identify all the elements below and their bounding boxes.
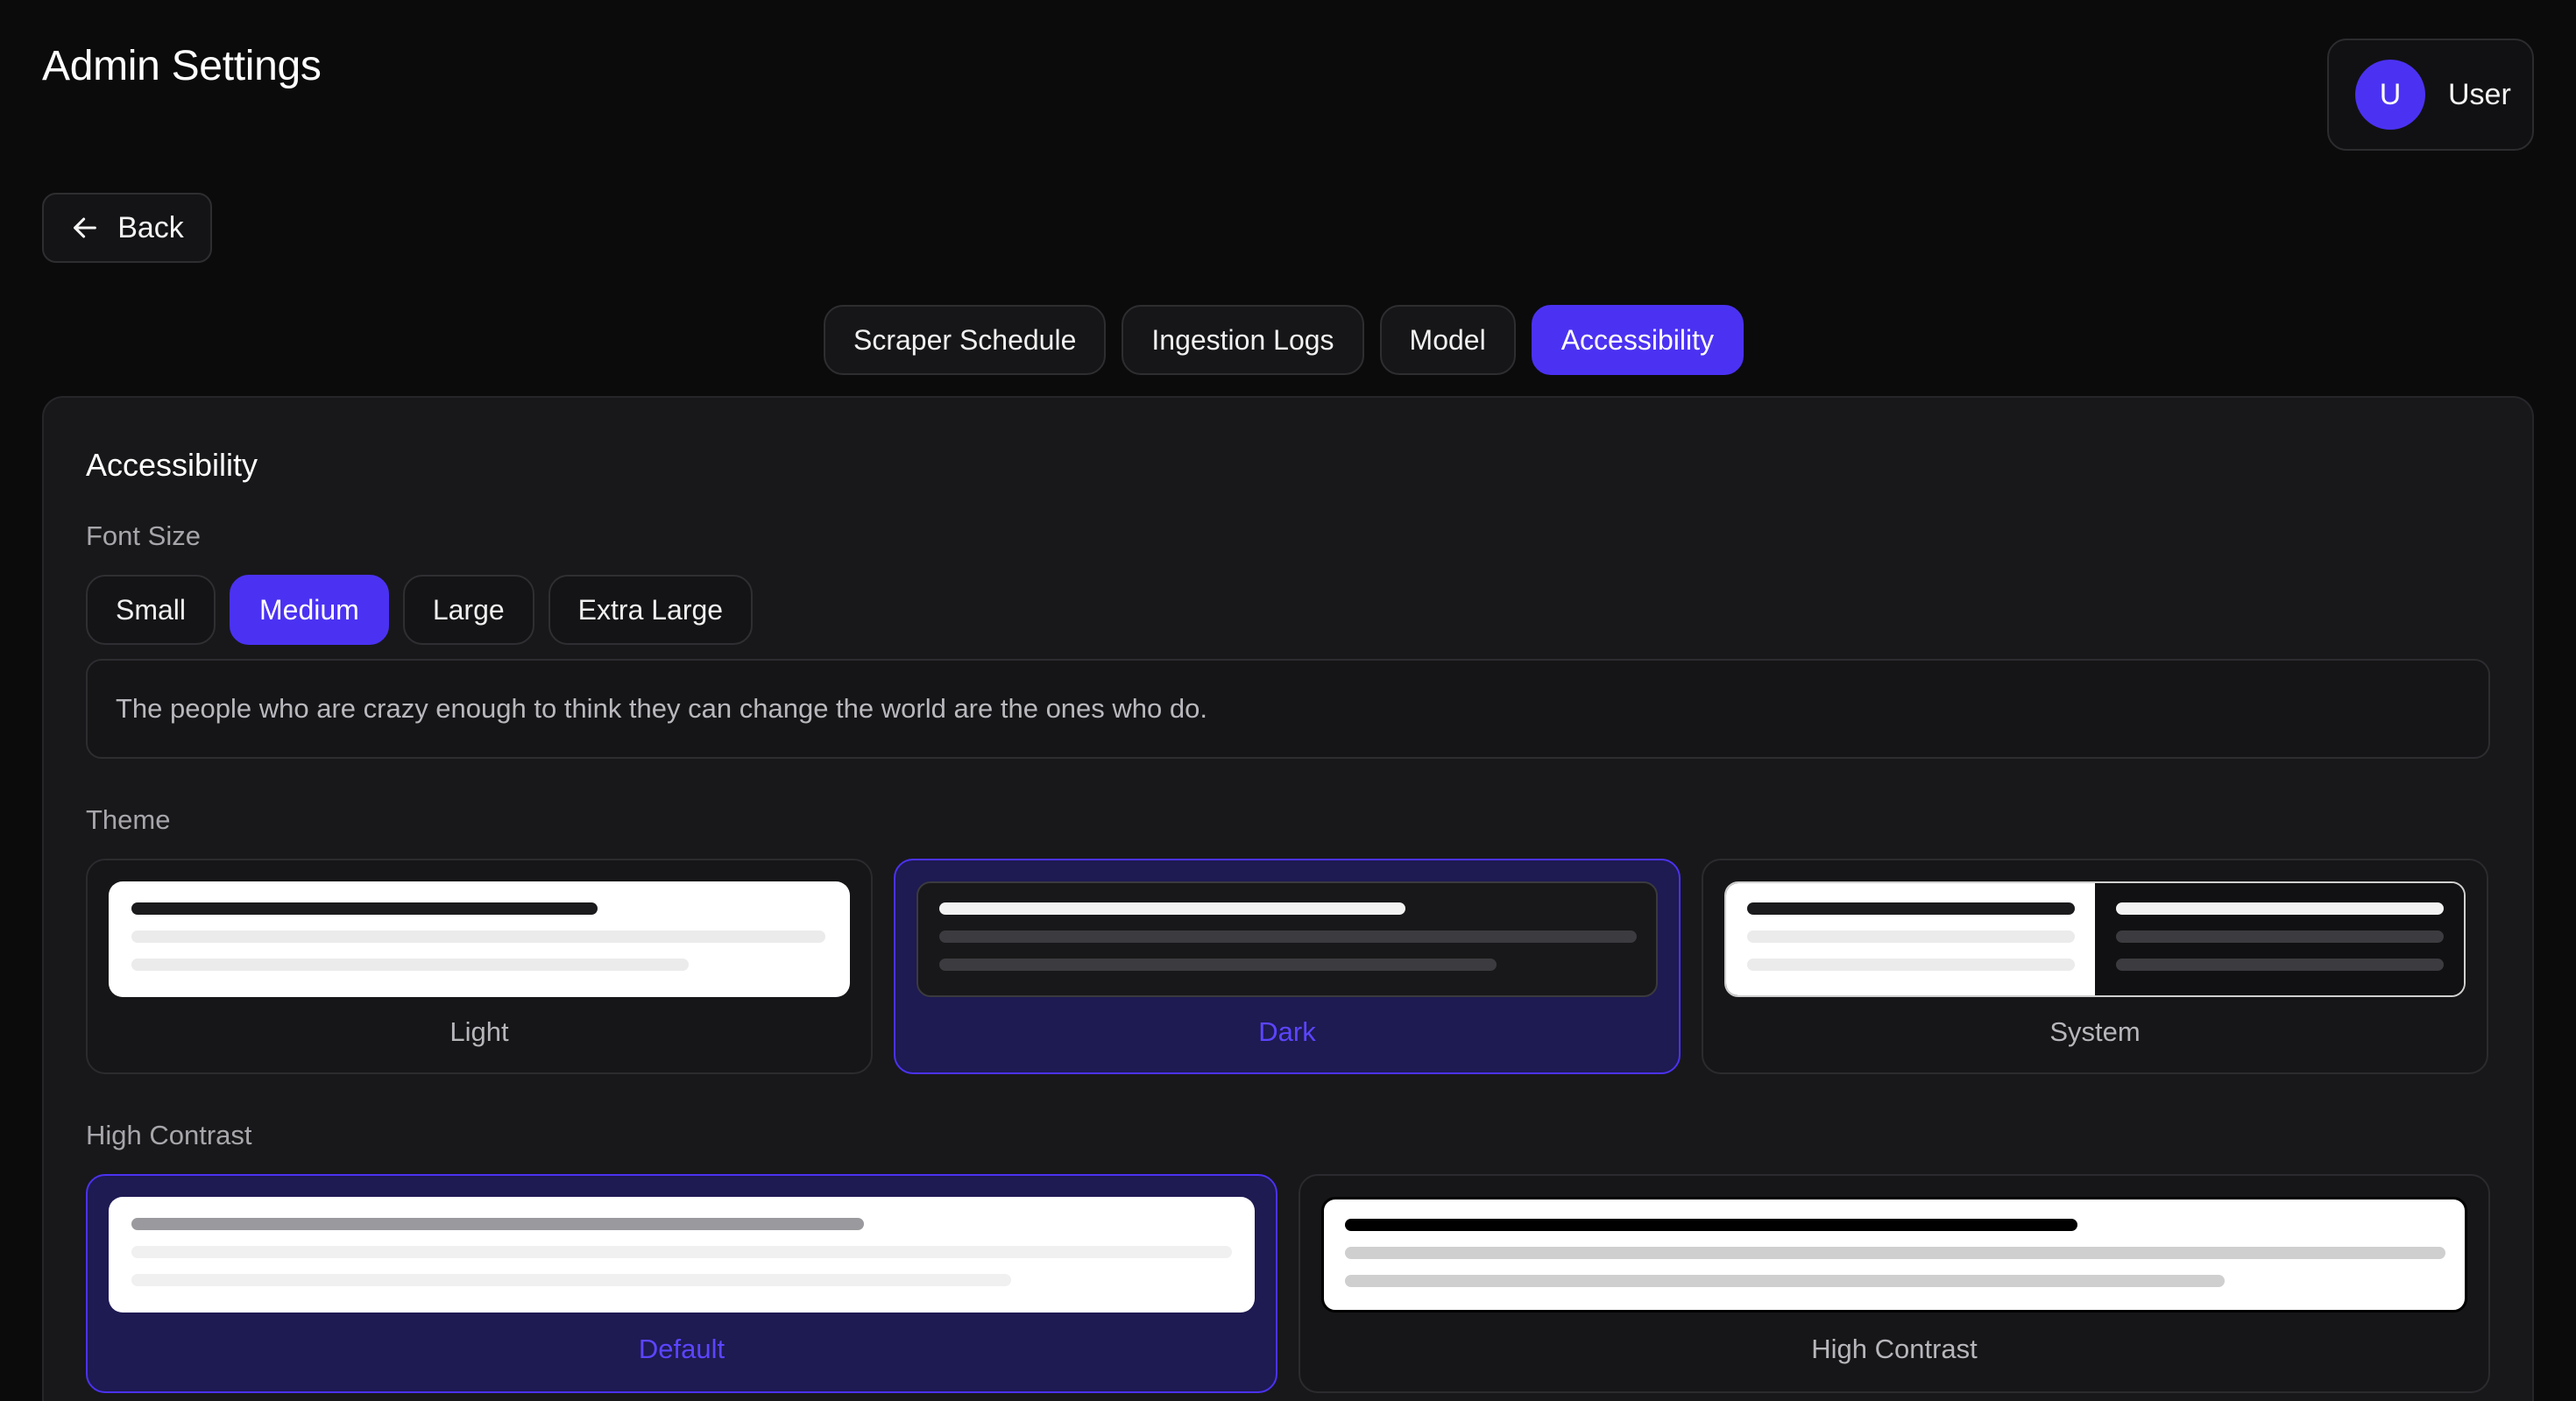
font-size-options: Small Medium Large Extra Large (86, 575, 754, 645)
user-name: User (2448, 77, 2511, 111)
contrast-high-card[interactable]: High Contrast (1299, 1174, 2490, 1393)
user-menu[interactable]: U User (2327, 39, 2534, 151)
contrast-default-label: Default (638, 1334, 725, 1364)
font-size-extra-large-button[interactable]: Extra Large (548, 575, 754, 645)
high-contrast-thumbnail (1321, 1197, 2467, 1313)
dark-preview-thumbnail (916, 881, 1658, 997)
font-size-small-button[interactable]: Small (86, 575, 216, 645)
tab-model[interactable]: Model (1379, 305, 1516, 375)
font-size-label: Font Size (86, 520, 201, 551)
admin-settings-page: Admin Settings U User Back Scraper Sched… (0, 0, 2576, 1401)
tab-scraper-schedule[interactable]: Scraper Schedule (824, 305, 1107, 375)
back-label: Back (117, 210, 184, 244)
theme-dark-label: Dark (1258, 1016, 1316, 1047)
page-title: Admin Settings (42, 43, 322, 89)
theme-label: Theme (86, 804, 171, 835)
light-preview-thumbnail (109, 881, 850, 997)
system-preview-thumbnail (1724, 881, 2466, 997)
theme-dark-card[interactable]: Dark (894, 859, 1681, 1074)
theme-light-label: Light (449, 1016, 509, 1047)
high-contrast-label: High Contrast (86, 1120, 252, 1150)
font-size-preview: The people who are crazy enough to think… (86, 659, 2490, 759)
theme-system-card[interactable]: System (1702, 859, 2488, 1074)
font-size-large-button[interactable]: Large (402, 575, 534, 645)
tab-accessibility[interactable]: Accessibility (1531, 305, 1744, 375)
default-contrast-thumbnail (109, 1197, 1255, 1313)
theme-light-card[interactable]: Light (86, 859, 873, 1074)
tab-ingestion-logs[interactable]: Ingestion Logs (1122, 305, 1364, 375)
avatar: U (2355, 60, 2425, 130)
settings-tabs: Scraper Schedule Ingestion Logs Model Ac… (824, 305, 1744, 375)
contrast-default-card[interactable]: Default (86, 1174, 1277, 1393)
arrow-left-icon (74, 217, 97, 238)
contrast-high-label: High Contrast (1811, 1334, 1978, 1364)
back-button[interactable]: Back (42, 193, 212, 263)
theme-system-label: System (2049, 1016, 2141, 1047)
font-size-medium-button[interactable]: Medium (230, 575, 389, 645)
section-title: Accessibility (86, 447, 258, 483)
